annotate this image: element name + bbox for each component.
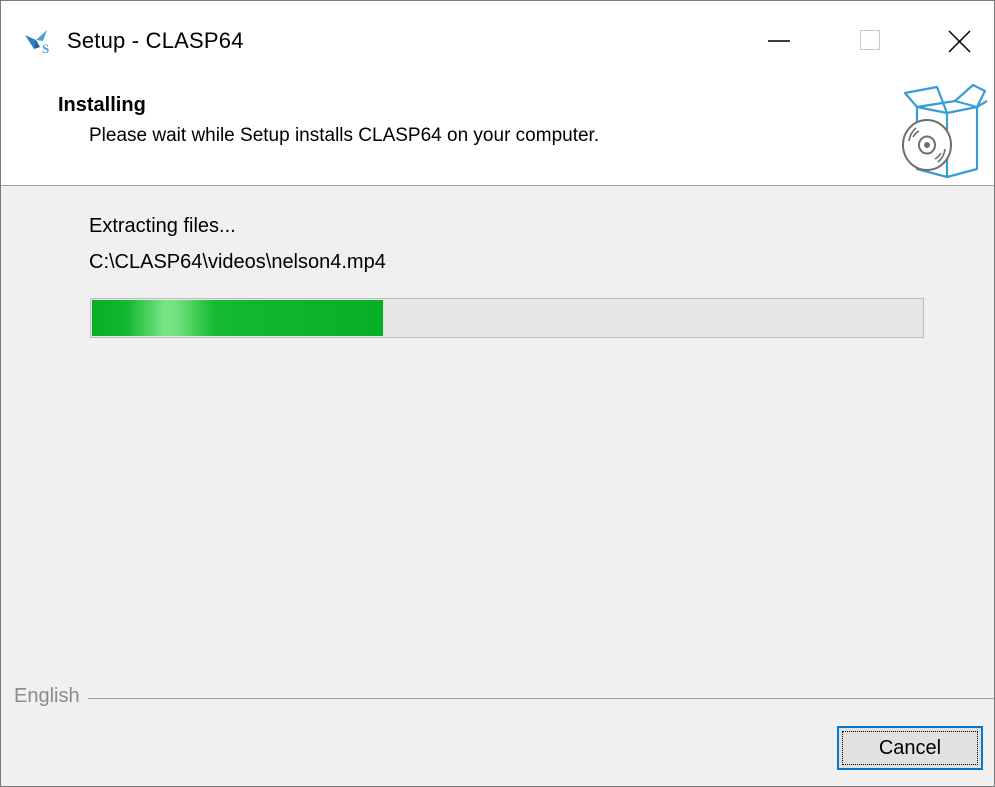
title-bar[interactable]: S Setup - CLASP64	[1, 1, 994, 81]
footer-divider	[14, 698, 994, 699]
page-title: Installing	[58, 94, 146, 116]
setup-window: S Setup - CLASP64 Installing Please wait…	[0, 0, 995, 787]
wizard-header: Installing Please wait while Setup insta…	[1, 81, 994, 186]
status-label: Extracting files...	[89, 215, 236, 237]
minimize-icon	[768, 40, 790, 42]
maximize-icon	[860, 30, 880, 50]
minimize-button[interactable]	[734, 1, 826, 81]
maximize-button[interactable]	[826, 1, 918, 81]
app-logo-icon: S	[23, 27, 57, 56]
window-title: Setup - CLASP64	[67, 28, 244, 53]
svg-text:S: S	[42, 41, 49, 55]
cancel-button[interactable]: Cancel	[837, 726, 983, 770]
page-subtitle: Please wait while Setup installs CLASP64…	[89, 125, 600, 146]
progress-bar-fill	[92, 300, 383, 336]
install-progress-bar	[90, 298, 924, 338]
close-button[interactable]	[915, 1, 994, 81]
close-icon	[948, 30, 971, 53]
package-disc-icon	[889, 81, 989, 181]
cancel-button-label: Cancel	[878, 737, 942, 759]
current-file-path: C:\CLASP64\videos\nelson4.mp4	[89, 251, 386, 273]
language-label: English	[14, 685, 88, 708]
